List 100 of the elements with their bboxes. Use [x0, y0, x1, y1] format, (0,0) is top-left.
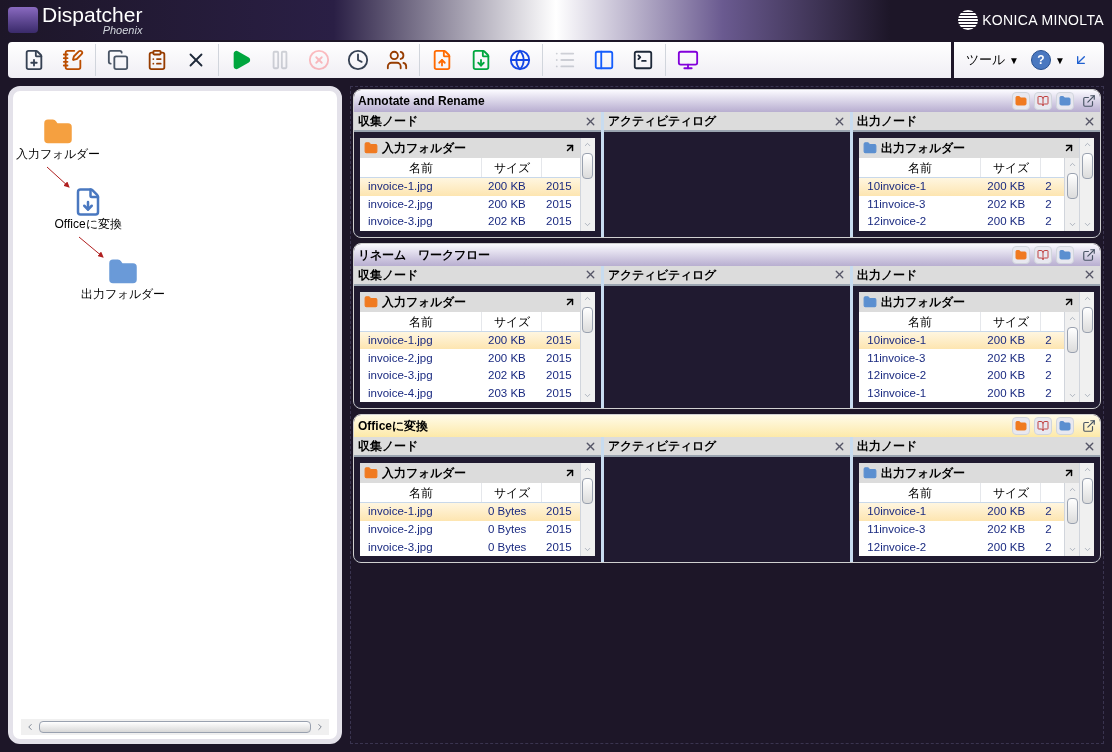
scrollbar[interactable] — [579, 138, 595, 231]
scroll-thumb[interactable] — [1081, 478, 1093, 505]
scroll-thumb[interactable] — [582, 153, 594, 179]
popout-icon[interactable] — [1082, 419, 1096, 434]
folder-icon[interactable] — [1012, 92, 1030, 110]
column-header[interactable]: 名前 — [859, 483, 982, 503]
column-header[interactable]: 名前 — [360, 311, 482, 331]
column-header[interactable]: サイズ — [482, 158, 542, 177]
tools-menu[interactable]: ツール ▼ — [958, 50, 1027, 70]
file-row[interactable]: invoice-2.jpg 200 KB 2015 — [360, 195, 580, 214]
caret-icon: ▼ — [1009, 52, 1019, 68]
column-header[interactable]: サイズ — [981, 483, 1042, 503]
scroll-thumb[interactable] — [582, 478, 594, 505]
workflow-header[interactable]: リネーム ワークフロー — [354, 243, 1100, 266]
workflow-header[interactable]: Officeに変換 — [354, 415, 1100, 438]
inner-scrollbar[interactable] — [1064, 311, 1079, 403]
scroll-up-icon[interactable] — [1082, 140, 1092, 149]
file-row[interactable]: invoice-3.jpg 202 KB 2015 — [360, 213, 580, 231]
column-header[interactable]: サイズ — [482, 483, 542, 503]
pane-title: 収集ノード — [358, 113, 419, 130]
file-size: 200 KB — [488, 332, 527, 348]
file-row[interactable]: 11invoice-3 202 KB 2 — [859, 195, 1064, 214]
file-row[interactable]: 10invoice-1 200 KB 2 — [859, 503, 1064, 521]
folder-icon — [863, 141, 878, 155]
scroll-thumb[interactable] — [39, 721, 311, 733]
help-menu[interactable]: ? ▼ — [1026, 50, 1069, 70]
file-row[interactable]: 12invoice-2 200 KB 2 — [859, 366, 1064, 385]
column-header[interactable]: サイズ — [981, 311, 1042, 331]
popout-icon[interactable] — [1082, 247, 1096, 262]
file-size: 200 KB — [987, 179, 1027, 195]
file-date: 2 — [1044, 196, 1052, 212]
column-header[interactable]: サイズ — [981, 158, 1042, 177]
pane-title: 収集ノード — [358, 438, 419, 456]
scroll-thumb[interactable] — [582, 306, 594, 333]
file-date: 2015 — [545, 368, 572, 384]
scrollbar[interactable] — [579, 291, 595, 403]
scroll-left-icon[interactable] — [25, 722, 35, 732]
file-row[interactable]: invoice-1.jpg 0 Bytes 2015 — [360, 503, 580, 521]
file-row[interactable]: invoice-3.jpg 202 KB 2015 — [360, 366, 580, 385]
scroll-thumb[interactable] — [1081, 153, 1093, 179]
column-header[interactable]: 名前 — [360, 483, 482, 503]
folder-icon[interactable] — [1056, 417, 1074, 436]
expand-icon[interactable] — [1063, 142, 1075, 154]
popout-icon[interactable] — [1082, 94, 1096, 108]
copy-icon — [107, 49, 129, 71]
folder-title: 入力フォルダー — [382, 140, 467, 157]
scrollbar[interactable] — [1079, 138, 1094, 231]
folder-icon[interactable] — [1056, 92, 1074, 110]
file-row[interactable]: 11invoice-3 202 KB 2 — [859, 349, 1064, 367]
file-date: 2 — [1044, 504, 1052, 520]
file-size: 200 KB — [987, 368, 1027, 384]
scroll-thumb[interactable] — [1081, 306, 1093, 333]
scroll-thumb[interactable] — [1066, 173, 1078, 199]
file-name: invoice-2.jpg — [367, 196, 434, 212]
folder-title: 入力フォルダー — [382, 465, 467, 483]
inner-scrollbar[interactable] — [1064, 483, 1079, 556]
scroll-up-icon[interactable] — [1067, 160, 1077, 169]
scrollbar[interactable] — [1079, 291, 1094, 403]
column-header[interactable]: 名前 — [859, 311, 982, 331]
file-row[interactable]: 10invoice-1 200 KB 2 — [859, 178, 1064, 196]
node-label: 出力フォルダー — [81, 287, 165, 301]
caret-icon: ▼ — [1054, 52, 1065, 68]
column-header[interactable]: 名前 — [360, 158, 482, 177]
folder-icon — [364, 141, 378, 155]
scrollbar[interactable] — [579, 463, 595, 556]
scrollbar[interactable] — [1079, 463, 1094, 556]
scroll-up-icon[interactable] — [583, 140, 593, 149]
column-header[interactable]: サイズ — [482, 311, 542, 331]
file-name: invoice-2.jpg — [367, 521, 434, 537]
workflow-title: Officeに変換 — [358, 418, 429, 436]
file-date: 2 — [1044, 385, 1052, 401]
inner-scrollbar[interactable] — [1064, 158, 1079, 231]
file-row[interactable]: invoice-2.jpg 200 KB 2015 — [360, 349, 580, 367]
column-header[interactable]: 名前 — [859, 158, 982, 177]
file-date: 2 — [1044, 368, 1052, 384]
folder-icon[interactable] — [1012, 245, 1030, 264]
file-row[interactable]: 12invoice-2 200 KB 2 — [859, 538, 1064, 556]
scroll-right-icon[interactable] — [315, 722, 325, 732]
folder-icon[interactable] — [1056, 245, 1074, 264]
file-name: 11invoice-3 — [866, 196, 927, 212]
folder-icon[interactable] — [1012, 417, 1030, 436]
file-row[interactable]: 13invoice-1 200 KB 2 — [859, 384, 1064, 403]
file-row[interactable]: 12invoice-2 200 KB 2 — [859, 213, 1064, 231]
file-row[interactable]: invoice-4.jpg 203 KB 2015 — [360, 384, 580, 403]
file-name: invoice-1.jpg — [367, 332, 434, 348]
folder-title: 出力フォルダー — [881, 465, 967, 483]
monitor-icon — [677, 49, 699, 71]
workflow-header[interactable]: Annotate and Rename — [354, 90, 1100, 112]
file-row[interactable]: invoice-3.jpg 0 Bytes 2015 — [360, 538, 580, 556]
folder-icon — [364, 466, 378, 481]
horizontal-scrollbar[interactable] — [21, 719, 329, 735]
file-size: 202 KB — [987, 350, 1027, 366]
folder-icon — [863, 294, 878, 309]
scroll-thumb[interactable] — [1066, 498, 1078, 525]
file-row[interactable]: invoice-1.jpg 200 KB 2015 — [360, 178, 580, 196]
scroll-thumb[interactable] — [1066, 326, 1078, 353]
file-row[interactable]: 11invoice-3 202 KB 2 — [859, 520, 1064, 539]
file-name: 12invoice-2 — [866, 539, 928, 555]
file-name: invoice-3.jpg — [367, 214, 434, 230]
file-row[interactable]: invoice-2.jpg 0 Bytes 2015 — [360, 520, 580, 539]
